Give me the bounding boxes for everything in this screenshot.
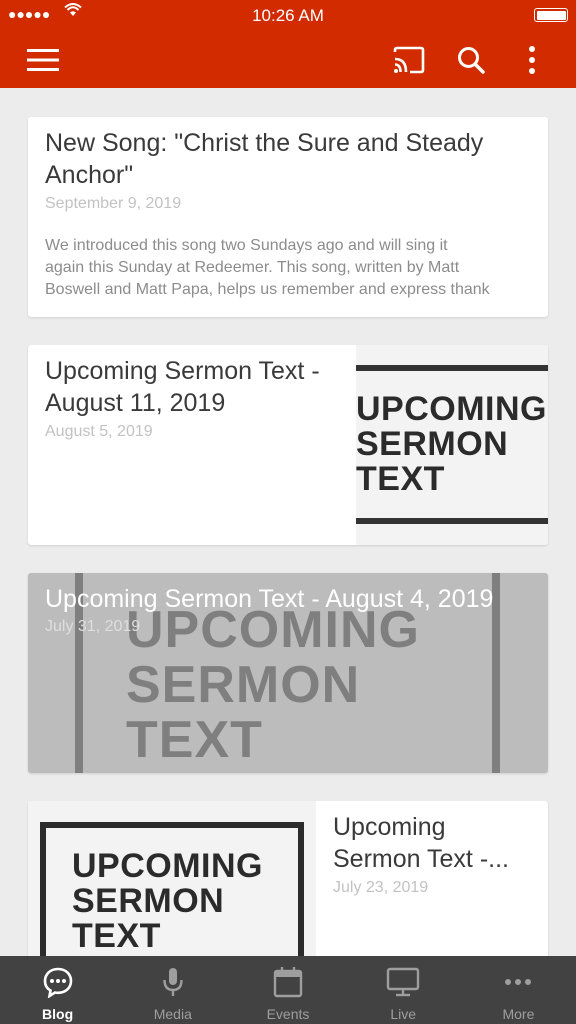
post-title: Upcoming Sermon Text - August 4, 2019: [45, 585, 494, 613]
calendar-icon: [273, 966, 303, 998]
nav-item-blog[interactable]: Blog: [0, 956, 115, 1024]
post-title: Upcoming Sermon Text - August 11, 2019: [45, 357, 320, 417]
nav-label: Live: [390, 1006, 417, 1022]
post-card[interactable]: UPCOMING SERMON TEXT Upcoming Sermon Tex…: [28, 573, 548, 773]
cast-icon[interactable]: [387, 38, 431, 82]
more-vert-icon[interactable]: [510, 38, 554, 82]
post-card[interactable]: Upcoming Sermon Text - August 11, 2019 A…: [28, 345, 548, 545]
nav-item-events[interactable]: Events: [230, 956, 345, 1024]
post-date: August 5, 2019: [45, 423, 153, 440]
status-time: 10:26 AM: [252, 6, 324, 25]
excerpt-line: again this Sunday at Redeemer. This song…: [45, 259, 460, 276]
nav-label: Events: [266, 1006, 310, 1022]
nav-label: Media: [153, 1006, 192, 1022]
blog-feed[interactable]: New Song: "Christ the Sure and Steady An…: [0, 88, 576, 956]
thumbnail-text: UPCOMING: [72, 847, 263, 885]
nav-item-live[interactable]: Live: [346, 956, 461, 1024]
post-excerpt: We introduced this song two Sundays ago …: [45, 235, 531, 301]
post-date: September 9, 2019: [45, 195, 182, 212]
excerpt-line: Boswell and Matt Papa, helps us remember…: [45, 281, 490, 298]
post-title: Upcoming Sermon Text -...: [333, 813, 509, 873]
nav-label: More: [502, 1006, 535, 1022]
post-card[interactable]: New Song: "Christ the Sure and Steady An…: [28, 117, 548, 317]
thumbnail-text: SERMON: [356, 425, 509, 463]
nav-item-media[interactable]: Media: [115, 956, 230, 1024]
post-background-image: UPCOMING SERMON TEXT: [126, 603, 420, 768]
post-card[interactable]: UPCOMING SERMON TEXT Upcoming Sermon Tex…: [28, 801, 548, 956]
chat-bubble-icon: [42, 966, 74, 998]
thumbnail-text: TEXT: [72, 917, 161, 955]
post-title: New Song: "Christ the Sure and Steady An…: [45, 129, 484, 189]
nav-item-more[interactable]: More: [461, 956, 576, 1024]
bottom-navigation: Blog Media Events Live More: [0, 956, 576, 1024]
image-text: TEXT: [126, 711, 263, 769]
monitor-icon: [386, 966, 420, 998]
thumbnail-text: UPCOMING: [356, 390, 547, 428]
post-date: July 23, 2019: [333, 879, 429, 896]
post-thumbnail: UPCOMING SERMON TEXT: [28, 801, 316, 956]
post-thumbnail: UPCOMING SERMON TEXT: [356, 345, 548, 545]
search-icon[interactable]: [449, 38, 493, 82]
image-text: SERMON: [126, 656, 361, 714]
app-bar: [0, 30, 576, 88]
battery-icon: [534, 8, 568, 22]
status-bar: ●●●●● 10:26 AM: [0, 0, 576, 30]
thumbnail-text: SERMON: [72, 882, 225, 920]
excerpt-line: We introduced this song two Sundays ago …: [45, 237, 448, 254]
thumbnail-text: TEXT: [356, 460, 445, 498]
menu-icon[interactable]: [21, 38, 65, 82]
post-date: July 31, 2019: [45, 618, 141, 635]
nav-label: Blog: [42, 1006, 74, 1022]
more-horiz-icon: [503, 966, 533, 998]
microphone-icon: [161, 966, 185, 998]
